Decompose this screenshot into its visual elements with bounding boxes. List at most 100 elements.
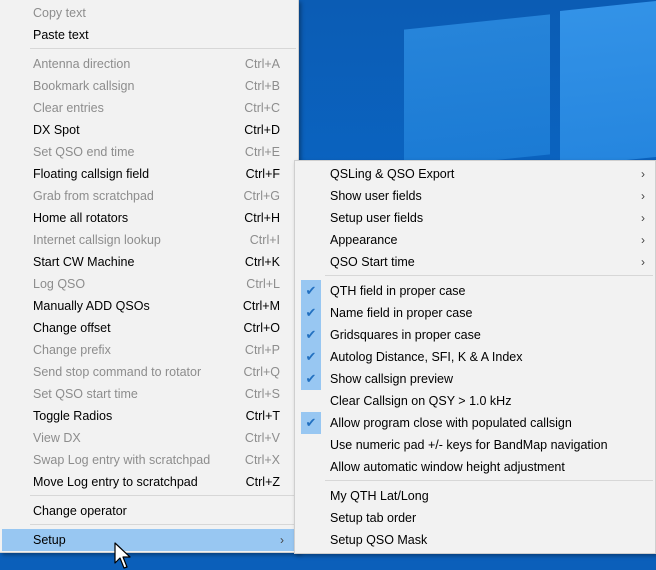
menu-item-log-qso[interactable]: Log QSO Ctrl+L [0,273,298,295]
menu-item-shortcut: Ctrl+L [246,277,280,291]
menu-item-set-qso-start-time[interactable]: Set QSO start time Ctrl+S [0,383,298,405]
submenu-item-show-callsign-preview[interactable]: ✔ Show callsign preview [295,368,655,390]
menu-separator [30,48,296,49]
menu-item-clear-entries[interactable]: Clear entries Ctrl+C [0,97,298,119]
menu-item-home-all-rotators[interactable]: Home all rotators Ctrl+H [0,207,298,229]
menu-item-shortcut: Ctrl+X [244,453,280,467]
menu-item-label: Autolog Distance, SFI, K & A Index [330,350,523,364]
menu-item-label: Home all rotators [33,211,129,225]
menu-item-bookmark-callsign[interactable]: Bookmark callsign Ctrl+B [0,75,298,97]
menu-item-dx-spot[interactable]: DX Spot Ctrl+D [0,119,298,141]
menu-separator [325,480,653,481]
menu-item-grab-from-scratchpad[interactable]: Grab from scratchpad Ctrl+G [0,185,298,207]
submenu-item-qsling-export[interactable]: QSLing & QSO Export › [295,163,655,185]
menu-item-label: Manually ADD QSOs [33,299,150,313]
check-icon: ✔ [301,302,321,324]
chevron-right-icon: › [641,189,645,203]
menu-item-label: Swap Log entry with scratchpad [33,453,211,467]
chevron-right-icon: › [641,255,645,269]
menu-item-shortcut: Ctrl+I [249,233,280,247]
submenu-item-qth-proper-case[interactable]: ✔ QTH field in proper case [295,280,655,302]
submenu-item-numeric-pad-bandmap[interactable]: Use numeric pad +/- keys for BandMap nav… [295,434,655,456]
menu-item-label: Clear entries [33,101,104,115]
menu-item-shortcut: Ctrl+H [244,211,280,225]
menu-item-label: Set QSO end time [33,145,135,159]
menu-item-antenna-direction[interactable]: Antenna direction Ctrl+A [0,53,298,75]
menu-item-copy-text[interactable]: Copy text [0,2,298,24]
menu-item-label: Allow program close with populated calls… [330,416,572,430]
menu-separator [30,524,296,525]
submenu-item-setup-tab-order[interactable]: Setup tab order [295,507,655,529]
menu-item-label: QSLing & QSO Export [330,167,455,181]
submenu-item-autolog-distance[interactable]: ✔ Autolog Distance, SFI, K & A Index [295,346,655,368]
menu-item-shortcut: Ctrl+D [244,123,280,137]
menu-item-label: Appearance [330,233,398,247]
menu-item-label: Setup [33,533,66,547]
menu-item-change-prefix[interactable]: Change prefix Ctrl+P [0,339,298,361]
menu-item-label: View DX [33,431,81,445]
chevron-right-icon: › [641,167,645,181]
menu-item-label: My QTH Lat/Long [330,489,429,503]
menu-item-shortcut: Ctrl+E [244,145,280,159]
check-icon: ✔ [301,280,321,302]
submenu-item-allow-program-close[interactable]: ✔ Allow program close with populated cal… [295,412,655,434]
menu-item-send-stop-command-to-rotator[interactable]: Send stop command to rotator Ctrl+Q [0,361,298,383]
submenu-item-setup-user-fields[interactable]: Setup user fields › [295,207,655,229]
menu-item-shortcut: Ctrl+A [244,57,280,71]
menu-item-shortcut: Ctrl+O [243,321,280,335]
menu-item-label: QTH field in proper case [330,284,466,298]
menu-item-toggle-radios[interactable]: Toggle Radios Ctrl+T [0,405,298,427]
submenu-item-qso-start-time[interactable]: QSO Start time › [295,251,655,273]
menu-item-label: Show user fields [330,189,422,203]
mouse-cursor-icon [114,542,131,569]
check-icon: ✔ [301,346,321,368]
menu-item-label: DX Spot [33,123,80,137]
submenu-item-auto-window-height[interactable]: Allow automatic window height adjustment [295,456,655,478]
setup-submenu: QSLing & QSO Export › Show user fields ›… [294,160,656,554]
menu-item-label: Use numeric pad +/- keys for BandMap nav… [330,438,608,452]
menu-item-shortcut: Ctrl+C [244,101,280,115]
menu-item-set-qso-end-time[interactable]: Set QSO end time Ctrl+E [0,141,298,163]
menu-item-label: Copy text [33,6,86,20]
windows-logo-pane [560,0,656,168]
menu-item-label: Setup tab order [330,511,417,525]
menu-item-label: Log QSO [33,277,86,291]
menu-item-label: Move Log entry to scratchpad [33,475,198,489]
menu-item-shortcut: Ctrl+M [242,299,280,313]
submenu-item-my-qth-lat-long[interactable]: My QTH Lat/Long [295,485,655,507]
menu-item-swap-log-entry[interactable]: Swap Log entry with scratchpad Ctrl+X [0,449,298,471]
chevron-right-icon: › [641,233,645,247]
menu-item-label: Setup QSO Mask [330,533,428,547]
chevron-right-icon: › [280,533,284,547]
menu-item-paste-text[interactable]: Paste text [0,24,298,46]
menu-item-manually-add-qsos[interactable]: Manually ADD QSOs Ctrl+M [0,295,298,317]
submenu-item-setup-qso-mask[interactable]: Setup QSO Mask [295,529,655,551]
menu-item-move-log-entry[interactable]: Move Log entry to scratchpad Ctrl+Z [0,471,298,493]
menu-item-change-operator[interactable]: Change operator [0,500,298,522]
menu-item-label: Change prefix [33,343,111,357]
menu-item-shortcut: Ctrl+F [245,167,280,181]
submenu-item-appearance[interactable]: Appearance › [295,229,655,251]
menu-item-shortcut: Ctrl+T [245,409,280,423]
submenu-item-show-user-fields[interactable]: Show user fields › [295,185,655,207]
menu-item-label: Change operator [33,504,127,518]
menu-item-label: Grab from scratchpad [33,189,154,203]
menu-item-start-cw-machine[interactable]: Start CW Machine Ctrl+K [0,251,298,273]
menu-item-label: Allow automatic window height adjustment [330,460,565,474]
submenu-item-gridsquares-proper-case[interactable]: ✔ Gridsquares in proper case [295,324,655,346]
menu-separator [30,495,296,496]
menu-item-floating-callsign-field[interactable]: Floating callsign field Ctrl+F [0,163,298,185]
menu-item-setup[interactable]: Setup › [2,529,296,551]
check-icon: ✔ [301,412,321,434]
menu-item-view-dx[interactable]: View DX Ctrl+V [0,427,298,449]
menu-item-label: Change offset [33,321,111,335]
menu-item-internet-callsign-lookup[interactable]: Internet callsign lookup Ctrl+I [0,229,298,251]
menu-item-shortcut: Ctrl+V [244,431,280,445]
submenu-item-clear-callsign-on-qsy[interactable]: Clear Callsign on QSY > 1.0 kHz [295,390,655,412]
context-menu: Copy text Paste text Antenna direction C… [0,0,299,553]
menu-item-label: Floating callsign field [33,167,150,181]
menu-item-change-offset[interactable]: Change offset Ctrl+O [0,317,298,339]
check-icon: ✔ [301,324,321,346]
menu-item-label: Setup user fields [330,211,424,225]
submenu-item-name-proper-case[interactable]: ✔ Name field in proper case [295,302,655,324]
